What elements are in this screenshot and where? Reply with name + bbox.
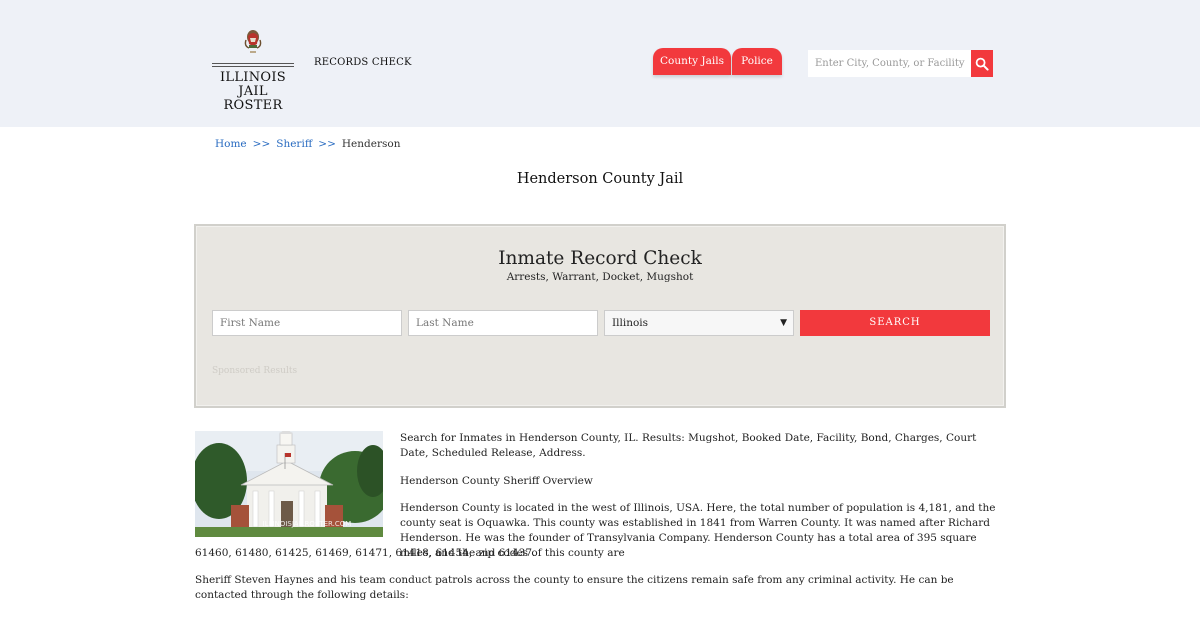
overview-heading: Henderson County Sheriff Overview — [400, 475, 593, 487]
chevron-down-icon: ▼ — [780, 318, 787, 328]
logo-line-1: ILLINOIS — [219, 70, 286, 85]
state-seal-icon — [244, 30, 262, 53]
state-select[interactable]: Illinois ▼ — [604, 310, 794, 336]
header-search-button[interactable] — [971, 50, 993, 77]
first-name-input[interactable]: First Name — [212, 310, 402, 336]
header-search-input[interactable]: Enter City, County, or Facility — [808, 50, 971, 77]
nav-county-jails-button[interactable]: County Jails — [653, 48, 731, 75]
record-search-button[interactable]: SEARCH — [800, 310, 990, 336]
sheriff-paragraph: Sheriff Steven Haynes and his team condu… — [195, 574, 954, 601]
breadcrumb-separator: >> — [318, 138, 336, 150]
search-icon — [975, 57, 989, 71]
logo-text: ILLINOIS JAIL ROSTER — [210, 71, 296, 113]
state-select-value: Illinois — [612, 317, 649, 329]
records-check-link[interactable]: RECORDS CHECK — [314, 57, 412, 68]
inmate-record-check-panel: Inmate Record Check Arrests, Warrant, Do… — [194, 224, 1006, 408]
last-name-input[interactable]: Last Name — [408, 310, 598, 336]
breadcrumb-sheriff-link[interactable]: Sheriff — [276, 138, 312, 150]
county-courthouse-photo: ILLINOISJAILROSTER.COM — [195, 431, 383, 537]
record-check-title: Inmate Record Check — [498, 248, 702, 269]
breadcrumb-current: Henderson — [341, 138, 401, 150]
page-title: Henderson County Jail — [516, 171, 684, 187]
breadcrumb-separator: >> — [252, 138, 271, 150]
site-logo[interactable]: ILLINOIS JAIL ROSTER — [210, 28, 296, 113]
intro-paragraph: Search for Inmates in Henderson County, … — [400, 432, 977, 459]
logo-line-2: JAIL ROSTER — [223, 84, 283, 113]
overview-paragraph-continued: 61460, 61480, 61425, 61469, 61471, 61418… — [195, 547, 536, 559]
record-check-subtitle: Arrests, Warrant, Docket, Mugshot — [506, 271, 694, 283]
sponsored-results-label: Sponsored Results — [212, 366, 298, 376]
photo-watermark: ILLINOISJAILROSTER.COM — [263, 520, 352, 528]
nav-police-button[interactable]: Police — [732, 48, 782, 75]
site-header: ILLINOIS JAIL ROSTER RECORDS CHECK Count… — [0, 0, 1200, 127]
logo-divider — [212, 63, 294, 67]
breadcrumb-home-link[interactable]: Home — [215, 138, 247, 150]
breadcrumb: Home >> Sheriff >> Henderson — [215, 138, 400, 150]
